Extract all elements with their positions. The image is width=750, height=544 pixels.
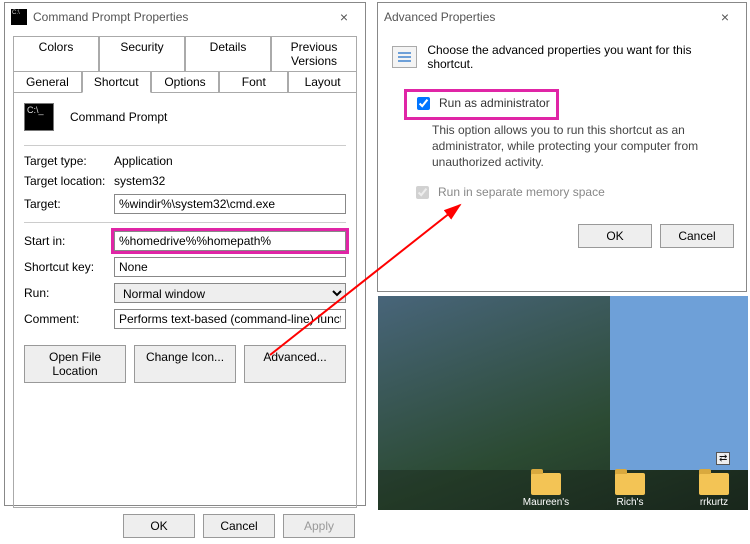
separate-memory-label: Run in separate memory space [438,185,605,199]
folder-icon [531,473,561,495]
folder-maureens[interactable]: Maureen's [518,473,574,508]
dialog-buttons: OK Cancel [378,218,746,258]
target-input[interactable] [114,194,346,214]
close-icon[interactable]: × [329,9,359,25]
target-location-value: system32 [114,174,346,188]
advanced-intro: Choose the advanced properties you want … [427,43,732,71]
tray-icon[interactable] [716,450,738,464]
tab-general[interactable]: General [13,71,82,93]
divider [24,222,346,223]
divider [24,145,346,146]
cmd-icon [11,9,27,25]
app-name: Command Prompt [70,110,167,124]
target-location-label: Target location: [24,174,114,188]
comment-label: Comment: [24,312,114,326]
change-icon-button[interactable]: Change Icon... [134,345,236,383]
window-title: Advanced Properties [384,10,710,24]
run-label: Run: [24,286,114,300]
advanced-properties-window: Advanced Properties × Choose the advance… [377,2,747,292]
run-as-admin-label: Run as administrator [439,96,550,110]
cancel-button[interactable]: Cancel [660,224,734,248]
advanced-button[interactable]: Advanced... [244,345,346,383]
tab-font[interactable]: Font [219,71,288,93]
folder-icon [615,473,645,495]
tab-colors[interactable]: Colors [13,36,99,71]
apply-button[interactable]: Apply [283,514,355,538]
folder-label: rrkurtz [686,497,742,508]
run-as-admin-highlight: Run as administrator [404,89,559,120]
tab-layout[interactable]: Layout [288,71,357,93]
tabstrip: Colors Security Details Previous Version… [5,31,365,92]
tab-panel-shortcut: Command Prompt Target type: Application … [13,92,357,508]
run-as-admin-checkbox[interactable] [417,97,430,110]
taskbar: Maureen's Rich's rrkurtz [378,470,748,510]
folder-label: Maureen's [518,497,574,508]
desktop-background: Maureen's Rich's rrkurtz [378,296,748,510]
run-as-admin-description: This option allows you to run this short… [432,122,732,171]
cancel-button[interactable]: Cancel [203,514,275,538]
comment-input[interactable] [114,309,346,329]
tab-shortcut[interactable]: Shortcut [82,71,151,93]
titlebar[interactable]: Advanced Properties × [378,3,746,31]
folder-label: Rich's [602,497,658,508]
startin-input[interactable] [114,231,346,251]
shortcutkey-input[interactable] [114,257,346,277]
startin-label: Start in: [24,234,114,248]
tab-security[interactable]: Security [99,36,185,71]
target-type-label: Target type: [24,154,114,168]
target-label: Target: [24,197,114,211]
run-select[interactable]: Normal window [114,283,346,303]
list-icon [392,46,417,68]
properties-window: Command Prompt Properties × Colors Secur… [4,2,366,506]
tab-options[interactable]: Options [151,71,220,93]
tab-details[interactable]: Details [185,36,271,71]
open-file-location-button[interactable]: Open File Location [24,345,126,383]
target-type-value: Application [114,154,346,168]
cmd-icon [24,103,54,131]
separate-memory-checkbox [416,186,429,199]
titlebar[interactable]: Command Prompt Properties × [5,3,365,31]
tab-previous-versions[interactable]: Previous Versions [271,36,357,71]
folder-rrkurtz[interactable]: rrkurtz [686,473,742,508]
folder-richs[interactable]: Rich's [602,473,658,508]
ok-button[interactable]: OK [578,224,652,248]
dialog-buttons: OK Cancel Apply [5,508,365,544]
folder-icon [699,473,729,495]
ok-button[interactable]: OK [123,514,195,538]
window-title: Command Prompt Properties [33,10,329,24]
shortcutkey-label: Shortcut key: [24,260,114,274]
window-behind [610,296,748,470]
close-icon[interactable]: × [710,9,740,25]
